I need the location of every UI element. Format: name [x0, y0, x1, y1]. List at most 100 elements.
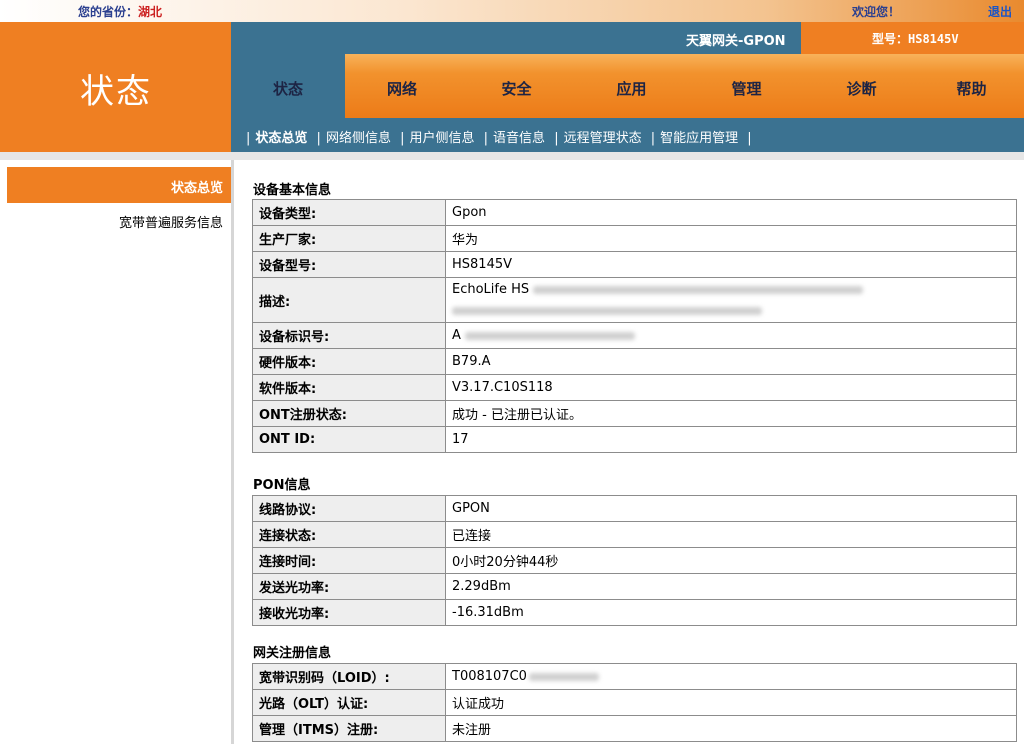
field-value: HS8145V — [445, 251, 1017, 278]
subnav-remote-mgmt[interactable]: 远程管理状态 — [564, 131, 642, 146]
header-divider — [0, 152, 1024, 160]
redacted-blur — [533, 285, 864, 294]
table-row: ONT ID: 17 — [252, 426, 1017, 453]
subnav-separator: | — [483, 131, 489, 146]
table-row: 软件版本: V3.17.C10S118 — [252, 374, 1017, 401]
table-row: 描述: EchoLife HS — [252, 277, 1017, 323]
gateway-info-table: 宽带识别码（LOID）: T008107C0 光路（OLT）认证: 认证成功 管理（… — [252, 663, 1017, 742]
redacted-blur — [528, 672, 599, 681]
sidebar-item-broadband-service[interactable]: 宽带普遍服务信息 — [0, 212, 223, 231]
subnav-separator: | — [650, 131, 656, 146]
field-label: 设备标识号: — [252, 322, 446, 349]
field-value: GPON — [445, 495, 1017, 522]
subnav-smart-app[interactable]: 智能应用管理 — [660, 131, 738, 146]
field-label: 设备类型: — [252, 199, 446, 226]
gateway-name: 天翼网关-GPON — [686, 34, 786, 49]
subnav-separator: | — [400, 131, 405, 146]
field-label: 硬件版本: — [252, 348, 446, 375]
field-value: 认证成功 — [445, 689, 1017, 716]
field-label: 光路（OLT）认证: — [252, 689, 446, 716]
field-value-device-id: A — [445, 322, 1017, 349]
sidebar-item-overview[interactable]: 状态总览 — [7, 167, 231, 203]
loid-text: T008107C0 — [452, 669, 527, 684]
sidebar-item-label: 状态总览 — [170, 181, 223, 196]
subnav-separator: | — [747, 131, 752, 146]
field-label: 描述: — [252, 277, 446, 323]
table-row: 设备类型: Gpon — [252, 199, 1017, 226]
field-value: B79.A — [445, 348, 1017, 375]
device-info-table: 设备类型: Gpon 生产厂家: 华为 设备型号: HS8145V 描述: EchoLi… — [252, 199, 1017, 453]
field-value: -16.31dBm — [445, 599, 1017, 626]
province-value: 湖北 — [138, 5, 163, 19]
section-title-pon: PON信息 — [253, 478, 311, 493]
field-label: ONT ID: — [252, 426, 446, 453]
field-value: 华为 — [445, 225, 1017, 252]
tab-application[interactable]: 应用 — [574, 54, 689, 118]
field-value: V3.17.C10S118 — [445, 374, 1017, 401]
redacted-blur — [464, 331, 635, 340]
table-row: 连接状态: 已连接 — [252, 521, 1017, 548]
main-nav: 状态 网络 安全 应用 管理 诊断 帮助 — [231, 54, 1024, 118]
table-row: 光路（OLT）认证: 认证成功 — [252, 689, 1017, 716]
table-row: 连接时间: 0小时20分钟44秒 — [252, 547, 1017, 574]
sidebar — [0, 160, 231, 744]
field-value: 未注册 — [445, 715, 1017, 742]
tab-management[interactable]: 管理 — [689, 54, 804, 118]
device-id-text: A — [452, 328, 461, 343]
description-text: EchoLife HS — [452, 282, 530, 297]
tab-diagnosis[interactable]: 诊断 — [804, 54, 919, 118]
field-label: 宽带识别码（LOID）: — [252, 663, 446, 690]
field-label: 管理（ITMS）注册: — [252, 715, 446, 742]
field-label: ONT注册状态: — [252, 400, 446, 427]
subnav-separator: | — [316, 131, 321, 146]
device-model: 型号：HS8145V — [872, 32, 959, 46]
top-bar: 您的省份：湖北 欢迎您！ 退出 — [0, 0, 1024, 22]
subnav-separator: | — [246, 131, 251, 146]
field-label: 线路协议: — [252, 495, 446, 522]
table-row: 线路协议: GPON — [252, 495, 1017, 522]
tab-network[interactable]: 网络 — [345, 54, 459, 118]
tab-help[interactable]: 帮助 — [919, 54, 1024, 118]
subnav-separator: | — [554, 131, 559, 146]
subnav-voice[interactable]: 语音信息 — [493, 131, 545, 146]
page-title: 状态 — [80, 72, 152, 112]
field-label: 连接时间: — [252, 547, 446, 574]
table-row: 生产厂家: 华为 — [252, 225, 1017, 252]
table-row: 发送光功率: 2.29dBm — [252, 573, 1017, 600]
logout-link[interactable]: 退出 — [988, 3, 1012, 20]
sub-nav: | 状态总览 | 网络侧信息 | 用户侧信息 | 语音信息 | 远程管理状态 | 智能应用管… — [231, 118, 1024, 152]
province-label: 您的省份： — [78, 5, 139, 19]
field-value-loid: T008107C0 — [445, 663, 1017, 690]
welcome-text: 欢迎您！ — [852, 5, 901, 19]
field-label: 生产厂家: — [252, 225, 446, 252]
subnav-overview[interactable]: 状态总览 — [255, 131, 307, 146]
table-row: 设备型号: HS8145V — [252, 251, 1017, 278]
field-label: 连接状态: — [252, 521, 446, 548]
province-indicator: 您的省份：湖北 — [78, 3, 162, 20]
field-value: 已连接 — [445, 521, 1017, 548]
tab-status[interactable]: 状态 — [231, 54, 345, 118]
field-label: 发送光功率: — [252, 573, 446, 600]
table-row: 接收光功率: -16.31dBm — [252, 599, 1017, 626]
tab-security[interactable]: 安全 — [459, 54, 574, 118]
pon-info-table: 线路协议: GPON 连接状态: 已连接 连接时间: 0小时20分钟44秒 发送光功率… — [252, 495, 1017, 626]
subnav-user-side[interactable]: 用户侧信息 — [409, 131, 474, 146]
field-label: 接收光功率: — [252, 599, 446, 626]
field-label: 软件版本: — [252, 374, 446, 401]
section-title-gateway: 网关注册信息 — [253, 646, 332, 661]
field-value: 成功 - 已注册已认证。 — [445, 400, 1017, 427]
table-row: ONT注册状态: 成功 - 已注册已认证。 — [252, 400, 1017, 427]
field-value: 0小时20分钟44秒 — [445, 547, 1017, 574]
table-row: 宽带识别码（LOID）: T008107C0 — [252, 663, 1017, 690]
field-value: 17 — [445, 426, 1017, 453]
section-title-device: 设备基本信息 — [253, 183, 332, 198]
field-value-description: EchoLife HS — [445, 277, 1017, 323]
table-row: 管理（ITMS）注册: 未注册 — [252, 715, 1017, 742]
table-row: 硬件版本: B79.A — [252, 348, 1017, 375]
table-row: 设备标识号: A — [252, 322, 1017, 349]
field-value: 2.29dBm — [445, 573, 1017, 600]
redacted-blur — [452, 306, 762, 315]
field-label: 设备型号: — [252, 251, 446, 278]
subnav-network-side[interactable]: 网络侧信息 — [326, 131, 391, 146]
field-value: Gpon — [445, 199, 1017, 226]
